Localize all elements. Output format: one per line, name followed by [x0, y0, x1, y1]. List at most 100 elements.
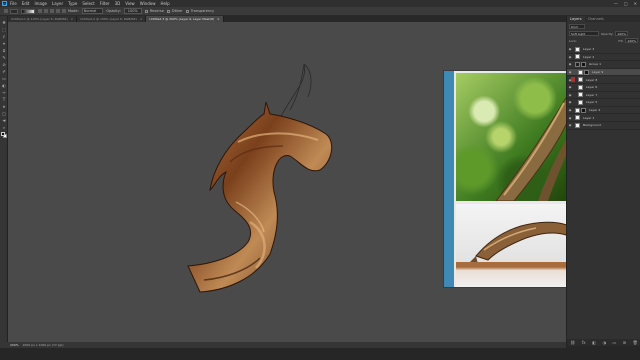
- visibility-eye-icon[interactable]: ◉: [568, 100, 572, 104]
- fx-icon[interactable]: fx: [582, 340, 586, 345]
- reverse-checkbox[interactable]: [144, 9, 148, 13]
- layer-row[interactable]: ◉ Background: [567, 122, 640, 130]
- zoom-tool-icon[interactable]: ⌕: [2, 125, 7, 130]
- visibility-eye-icon[interactable]: ◉: [568, 85, 572, 89]
- tab-channels[interactable]: Channels: [585, 16, 607, 22]
- layer-thumbnail: [575, 107, 580, 113]
- layer-row[interactable]: ◉ Layer 2: [567, 54, 640, 62]
- eyedropper-tool-icon[interactable]: ✎: [2, 55, 7, 60]
- tools-panel: ✥ ⬚ ℓ ⌖ ⧄ ✎ ⊘ ✐ ▭ ◐ ✑ T ➤ ▢ ☚ ⌕: [0, 16, 8, 346]
- menu-items: File Edit Image Layer Type Select Filter 3D View…: [10, 1, 175, 6]
- layer-mask-thumbnail[interactable]: [581, 107, 586, 113]
- diamond-gradient-icon[interactable]: [62, 9, 66, 13]
- opacity-label: Opacity:: [106, 9, 121, 13]
- menu-edit[interactable]: Edit: [22, 1, 30, 6]
- visibility-eye-icon[interactable]: ◉: [568, 47, 572, 51]
- opacity-label: Opacity:: [601, 31, 614, 36]
- layer-row[interactable]: ◉ Layer 4: [567, 107, 640, 115]
- visibility-eye-icon[interactable]: ◉: [568, 55, 572, 59]
- kind-filter-dropdown[interactable]: Kind: [569, 24, 585, 29]
- radial-gradient-icon[interactable]: [44, 9, 48, 13]
- blend-mode-dropdown[interactable]: Soft Light: [569, 31, 599, 36]
- menu-view[interactable]: View: [125, 1, 135, 6]
- layer-thumbnail: [575, 46, 580, 52]
- pen-tool-icon[interactable]: ✑: [2, 90, 7, 95]
- trash-icon[interactable]: 🗑: [633, 340, 638, 345]
- foreground-color-swatch[interactable]: [1, 132, 5, 136]
- menu-help[interactable]: Help: [160, 1, 169, 6]
- menu-file[interactable]: File: [10, 1, 17, 6]
- layer-row[interactable]: ◉ Layer 5: [567, 99, 640, 107]
- menu-window[interactable]: Window: [140, 1, 156, 6]
- move-tool-icon[interactable]: ✥: [2, 20, 7, 25]
- photoshop-logo-icon: Ps: [2, 1, 7, 6]
- layer-mask-thumbnail[interactable]: [584, 69, 589, 75]
- gradient-tool-icon[interactable]: ◐: [2, 83, 7, 88]
- visibility-eye-icon[interactable]: ◉: [568, 93, 572, 97]
- link-icon[interactable]: ⛓: [570, 340, 575, 345]
- layer-thumbnail: [575, 115, 580, 121]
- layer-mask-thumbnail[interactable]: [581, 61, 586, 67]
- menu-filter[interactable]: Filter: [100, 1, 110, 6]
- layer-row[interactable]: ◉ Layer 3: [567, 46, 640, 54]
- layer-row[interactable]: ◉ Layer 9: [567, 68, 640, 77]
- options-bar: Mode: Normal Opacity: 100% Reverse Dithe…: [0, 7, 640, 16]
- adjustment-icon[interactable]: ◑: [602, 340, 606, 345]
- path-select-tool-icon[interactable]: ➤: [2, 104, 7, 109]
- brush-preset-picker[interactable]: [10, 8, 18, 14]
- quick-select-tool-icon[interactable]: ⌖: [2, 41, 7, 46]
- menu-select[interactable]: Select: [82, 1, 94, 6]
- reflected-gradient-icon[interactable]: [56, 9, 60, 13]
- gradient-swatch[interactable]: [21, 8, 35, 14]
- visibility-eye-icon[interactable]: ◉: [568, 62, 572, 66]
- new-layer-icon[interactable]: ⊞: [623, 340, 626, 345]
- visibility-eye-icon[interactable]: ◉: [568, 116, 572, 120]
- brush-tool-icon[interactable]: ✐: [2, 69, 7, 74]
- menu-layer[interactable]: Layer: [52, 1, 63, 6]
- layer-row[interactable]: ◉ Layer 8: [567, 76, 640, 84]
- transparency-checkbox[interactable]: [185, 9, 189, 13]
- opacity-input[interactable]: 100%: [123, 8, 142, 14]
- layer-row[interactable]: ◉ Layer 1: [567, 114, 640, 122]
- layers-panel-footer: ⛓ fx ◧ ◑ ▭ ⊞ 🗑: [567, 339, 640, 346]
- hand-tool-icon[interactable]: ☚: [2, 118, 7, 123]
- close-button[interactable]: ✕: [634, 1, 637, 6]
- menu-image[interactable]: Image: [34, 1, 47, 6]
- reference-image: [443, 70, 566, 288]
- layer-row[interactable]: ◉ Layer 6: [567, 84, 640, 92]
- fill-input[interactable]: 100%: [625, 38, 638, 43]
- layer-opacity-input[interactable]: 100%: [615, 31, 628, 36]
- folder-icon[interactable]: ▭: [612, 340, 616, 345]
- minimize-button[interactable]: —: [614, 1, 618, 6]
- menu-type[interactable]: Type: [68, 1, 77, 6]
- stamp-tool-icon[interactable]: ▭: [2, 76, 7, 81]
- layer-name: Layer 4: [589, 108, 601, 113]
- crop-tool-icon[interactable]: ⧄: [2, 48, 7, 53]
- lock-label: Lock:: [569, 38, 577, 43]
- tool-preset-icon[interactable]: [4, 9, 8, 13]
- mask-icon[interactable]: ◧: [592, 340, 596, 345]
- type-tool-icon[interactable]: T: [2, 97, 7, 102]
- visibility-eye-icon[interactable]: ◉: [568, 70, 572, 74]
- lasso-tool-icon[interactable]: ℓ: [2, 34, 7, 39]
- shape-tool-icon[interactable]: ▢: [2, 111, 7, 116]
- transparency-label: Transparency: [190, 9, 215, 13]
- layer-row[interactable]: ◉ Group 1: [567, 61, 640, 69]
- zoom-level[interactable]: 200%: [10, 343, 19, 347]
- mode-dropdown[interactable]: Normal: [81, 8, 104, 14]
- marquee-tool-icon[interactable]: ⬚: [2, 27, 7, 32]
- reference-photo-tree-branch: [456, 73, 566, 201]
- menu-3d[interactable]: 3D: [115, 1, 121, 6]
- tab-layers[interactable]: Layers: [567, 16, 585, 22]
- layer-row[interactable]: ◉ Layer 7: [567, 92, 640, 100]
- healing-tool-icon[interactable]: ⊘: [2, 62, 7, 67]
- angle-gradient-icon[interactable]: [50, 9, 54, 13]
- visibility-eye-icon[interactable]: ◉: [568, 123, 572, 127]
- linear-gradient-icon[interactable]: [38, 9, 42, 13]
- fill-label: Fill:: [618, 38, 624, 43]
- canvas-area[interactable]: [8, 22, 566, 342]
- dither-checkbox[interactable]: [166, 9, 170, 13]
- maximize-button[interactable]: □: [624, 1, 628, 6]
- visibility-eye-icon[interactable]: ◉: [568, 108, 572, 112]
- bottom-strip: [0, 348, 640, 360]
